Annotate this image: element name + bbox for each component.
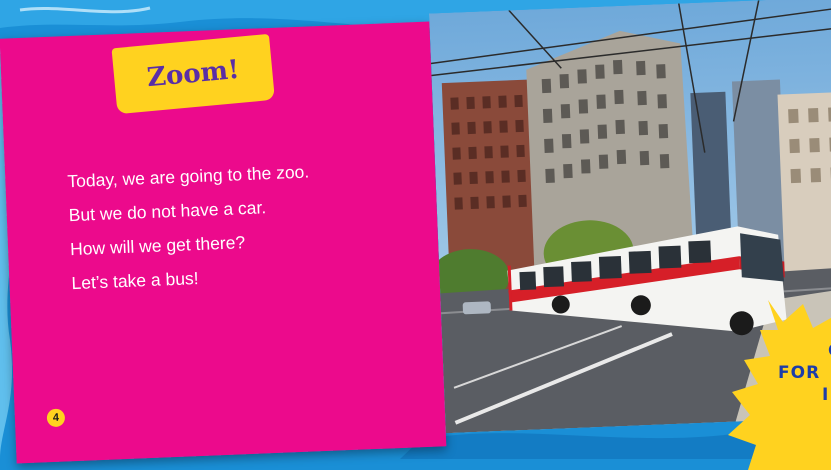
story-line: Let’s take a bus! — [71, 268, 199, 294]
story-line: Today, we are going to the zoo. — [67, 161, 310, 192]
page-number-badge: 4 — [46, 408, 66, 428]
starburst-line: C — [770, 340, 831, 362]
starburst-line: FOR — [778, 363, 821, 383]
story-line: How will we get there? — [69, 232, 246, 260]
book-spread: Zoom! Today, we are going to the zoo. Bu… — [0, 0, 831, 464]
starburst-line: I — [822, 385, 830, 405]
left-page: Zoom! Today, we are going to the zoo. Bu… — [0, 21, 447, 464]
starburst-label: C FOR I — [770, 340, 831, 406]
story-line: But we do not have a car. — [68, 197, 267, 226]
story-text: Today, we are going to the zoo. But we d… — [67, 157, 402, 306]
title-tab: Zoom! — [111, 33, 275, 115]
page-title: Zoom! — [145, 54, 241, 94]
